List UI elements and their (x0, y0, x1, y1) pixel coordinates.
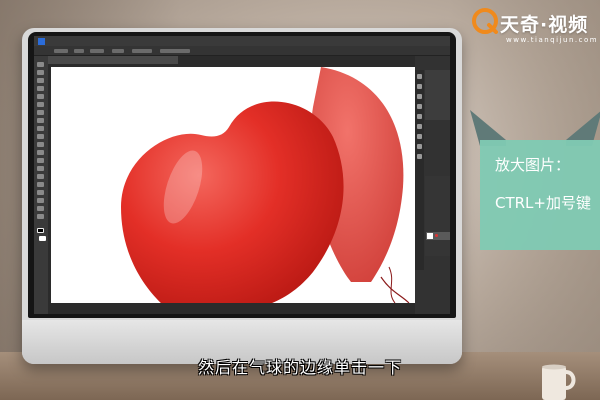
coffee-mug-icon (542, 364, 576, 400)
menu-bar (34, 36, 450, 46)
dodge-tool-icon[interactable] (37, 166, 44, 171)
brand-url: www.tianqijun.com (506, 36, 599, 44)
quick-select-tool-icon[interactable] (37, 86, 44, 91)
document-tab[interactable] (48, 56, 178, 64)
gradient-tool-icon[interactable] (37, 150, 44, 155)
options-item[interactable] (132, 49, 152, 53)
stamp-tool-icon[interactable] (37, 126, 44, 131)
zoom-tool-icon[interactable] (37, 214, 44, 219)
properties-panel (425, 70, 450, 120)
eraser-tool-icon[interactable] (37, 142, 44, 147)
properties-panel-icon[interactable] (417, 84, 422, 89)
path-select-tool-icon[interactable] (37, 190, 44, 195)
photoshop-icon[interactable] (38, 37, 45, 45)
monitor-bezel (28, 32, 456, 318)
brand-logo: 天奇·视频 www.tianqijun.com (472, 4, 600, 52)
options-item[interactable] (90, 49, 104, 53)
balloon-image (121, 67, 410, 303)
dock-icon-strip (415, 70, 424, 270)
swatches-panel-icon[interactable] (417, 134, 422, 139)
options-bar (34, 46, 450, 56)
character-panel-icon[interactable] (417, 104, 422, 109)
monitor (22, 28, 462, 364)
healing-tool-icon[interactable] (37, 110, 44, 115)
options-item[interactable] (160, 49, 190, 53)
photoshop-screen (34, 36, 450, 314)
type-tool-icon[interactable] (37, 182, 44, 187)
brand-name: 天奇·视频 (500, 14, 589, 36)
lasso-tool-icon[interactable] (37, 78, 44, 83)
layer-visibility-icon[interactable] (435, 234, 438, 237)
layer-row[interactable] (426, 232, 450, 240)
layers-panel (425, 176, 450, 256)
styles-panel-icon[interactable] (417, 154, 422, 159)
history-brush-tool-icon[interactable] (37, 134, 44, 139)
tip-card-line-2: CTRL+加号键 (495, 194, 591, 212)
foreground-color-swatch[interactable] (37, 228, 44, 233)
document-canvas[interactable] (51, 67, 415, 303)
tip-card-line-1: 放大图片： (495, 156, 571, 174)
info-panel-icon[interactable] (417, 94, 422, 99)
marquee-tool-icon[interactable] (37, 70, 44, 75)
video-subtitle: 然后在气球的边缘单击一下 (197, 358, 402, 377)
status-bar (51, 304, 415, 312)
crop-tool-icon[interactable] (37, 94, 44, 99)
brush-panel-icon[interactable] (417, 124, 422, 129)
tools-panel (34, 56, 48, 314)
history-panel-icon[interactable] (417, 74, 422, 79)
shape-tool-icon[interactable] (37, 198, 44, 203)
adjustments-panel-icon[interactable] (417, 144, 422, 149)
pen-tool-icon[interactable] (37, 174, 44, 179)
options-item[interactable] (74, 49, 84, 53)
blur-tool-icon[interactable] (37, 158, 44, 163)
paragraph-panel-icon[interactable] (417, 114, 422, 119)
brush-tool-icon[interactable] (37, 118, 44, 123)
background-color-swatch[interactable] (39, 236, 46, 241)
layer-thumbnail (427, 233, 433, 239)
options-item[interactable] (54, 49, 68, 53)
move-tool-icon[interactable] (37, 62, 44, 67)
tianqi-logo-icon (472, 8, 498, 34)
options-item[interactable] (112, 49, 124, 53)
hand-tool-icon[interactable] (37, 206, 44, 211)
eyedropper-tool-icon[interactable] (37, 102, 44, 107)
